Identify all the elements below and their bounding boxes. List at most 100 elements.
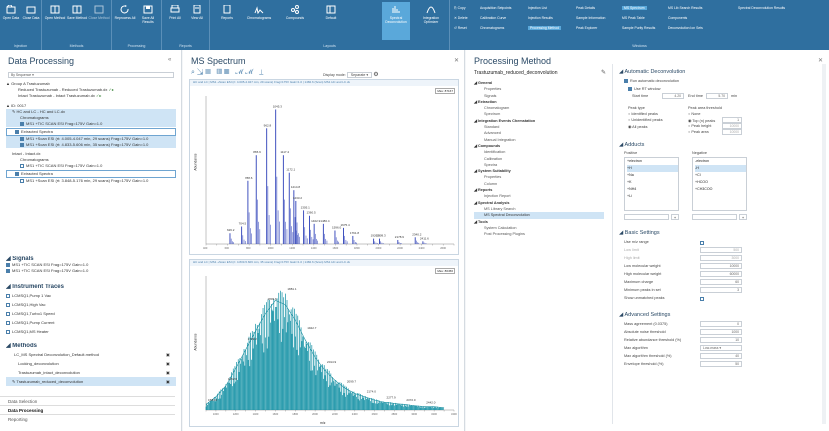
save-all-results-button[interactable]: Save All Results	[137, 5, 159, 24]
checkbox[interactable]	[6, 329, 10, 334]
peak-type-unidentified[interactable]: ○ Unidentified peaks	[628, 118, 663, 122]
method-item[interactable]: Trastuzumab_intact_deconvolution ▣	[6, 368, 176, 377]
display-mode-dropdown[interactable]: Separate ▾	[346, 72, 373, 78]
trace-item[interactable]: LCMSQ1,High Vac	[6, 300, 176, 309]
checkbox[interactable]	[6, 293, 10, 298]
negative-adducts-list[interactable]: -electron -H +Cl +HCOO +CH3COO	[692, 157, 747, 211]
trace-item[interactable]: LCMSQ1,MS Heater	[6, 327, 176, 336]
max-algorithm-threshold-input[interactable]: 40	[700, 353, 742, 359]
default-layout-button[interactable]: Default	[318, 5, 344, 20]
close-icon[interactable]: ✕	[818, 57, 823, 64]
tree-item[interactable]: Extracted Spectra	[6, 170, 176, 178]
window-sample-purity-results[interactable]: Sample Purity Results	[622, 26, 655, 30]
integration-optimizer-layout-button[interactable]: Integration Optimizer	[416, 5, 446, 24]
save-icon[interactable]: ▣	[166, 368, 170, 377]
list-item[interactable]: -electron	[695, 158, 746, 165]
checkbox[interactable]	[20, 178, 24, 183]
positive-add-input[interactable]	[624, 214, 669, 220]
checkbox[interactable]	[6, 311, 10, 316]
spectrum-plot-1[interactable]: 626.2 704.5 788.6 865.9 962.8 1045.3 1117.4 117…	[190, 86, 460, 256]
list-item[interactable]: +Cl	[695, 172, 746, 179]
tree-item[interactable]: MS1 +TIC SCAN ESI Frag=175V Gain=1.0	[6, 163, 176, 169]
list-item[interactable]: +electron	[627, 158, 678, 165]
use-mz-range-checkbox[interactable]	[700, 240, 706, 245]
window-chromatograms[interactable]: Chromatograms	[480, 26, 504, 30]
start-time-input[interactable]: 4.20	[662, 93, 684, 99]
collapse-icon[interactable]: «	[168, 57, 171, 63]
window-sample-information[interactable]: Sample Information	[576, 16, 605, 20]
spectral-deconvolution-layout-button[interactable]: Spectral Deconvolution	[382, 2, 410, 40]
mass-agreement-input[interactable]: 0	[700, 321, 742, 327]
trace-item[interactable]: LCMSQ1,Pump 1 Vac	[6, 291, 176, 300]
window-injection-list[interactable]: Injection List	[528, 6, 547, 10]
peak-type-identified[interactable]: ○ Identified peaks	[628, 112, 658, 116]
threshold-none[interactable]: ○ None	[688, 112, 700, 116]
tree-item[interactable]: MS1 +Scan ESI (rt: 3.848-5.176 min, 29 s…	[6, 178, 176, 184]
checkbox[interactable]	[6, 262, 10, 267]
save-icon[interactable]: ▣	[166, 377, 170, 386]
window-ms-spectrum[interactable]: MS Spectrum	[622, 6, 647, 10]
checkbox[interactable]	[20, 121, 24, 126]
checkbox[interactable]	[624, 79, 628, 83]
positive-adducts-list[interactable]: +electron +H +Na +K +NH4 +Li	[624, 157, 679, 211]
overlay-icon[interactable]: ▤	[205, 69, 212, 76]
window-acquisition-setpoints[interactable]: Acquisition Setpoints	[480, 6, 511, 10]
spectrum-chart-2[interactable]: HC and LC | MS1 +Scan ESI (rt: 4.833-5.6…	[189, 259, 459, 427]
add-positive-button[interactable]: +	[671, 214, 679, 220]
signal-item[interactable]: MS1 +TIC SCAN ESI Frag=175V Gain=1.0	[6, 268, 176, 274]
run-auto-checkbox[interactable]: Run automatic deconvolution	[624, 79, 679, 83]
window-processing-method[interactable]: Processing Method	[528, 26, 562, 30]
checkbox[interactable]	[20, 142, 24, 147]
area-input[interactable]: 10000	[722, 129, 742, 135]
scrollbar[interactable]	[822, 64, 826, 424]
checkbox[interactable]	[20, 163, 24, 168]
spectrum-chart-1[interactable]: HC and LC | MS1 +Scan ESI (rt: 4.005-4.0…	[189, 79, 459, 255]
use-rt-checkbox[interactable]: Use RT window	[628, 87, 660, 91]
list-item[interactable]: +K	[627, 179, 678, 186]
reset-button[interactable]: ↺ Reset	[454, 26, 467, 30]
add-negative-button[interactable]: +	[739, 214, 747, 220]
min-peaks-input[interactable]: 3	[700, 287, 742, 293]
edit-icon[interactable]: ✎	[601, 69, 606, 76]
envelope-threshold-input[interactable]: 50	[700, 361, 742, 367]
checkbox[interactable]	[700, 240, 704, 245]
show-unmatched-checkbox[interactable]	[700, 296, 706, 301]
save-method-button[interactable]: Save Method	[66, 5, 88, 20]
high-limit-input[interactable]: 3000	[700, 255, 742, 261]
save-icon[interactable]: ▣	[166, 350, 170, 359]
trace-item[interactable]: LCMSQ1,Turbo1 Speed	[6, 309, 176, 318]
end-time-input[interactable]: 5.70	[706, 93, 728, 99]
relative-abundance-input[interactable]: 10	[700, 337, 742, 343]
threshold-top-n[interactable]: ◉ Top (n) peaks	[688, 118, 715, 123]
tab-reporting[interactable]: Reporting	[0, 414, 175, 424]
reports-layout-button[interactable]: Reports	[214, 5, 240, 20]
section-title[interactable]: ◢ Basic Settings	[619, 230, 660, 236]
tree-item[interactable]: Intact Trastuzumab - Intact Trastuzumab.…	[6, 93, 176, 99]
tree-item[interactable]: Extracted Spectra	[6, 128, 176, 136]
checkbox[interactable]	[700, 296, 704, 301]
section-title[interactable]: ◢ Automatic Deconvolution	[619, 69, 685, 75]
method-item[interactable]: Locking_deconvolution ▣	[6, 359, 176, 368]
trace-item[interactable]: LCMSQ1,Pump Current	[6, 318, 176, 327]
window-deconvolution-ion-sets[interactable]: Deconvolution Ion Sets	[668, 26, 703, 30]
checkbox[interactable]	[6, 320, 10, 325]
section-title[interactable]: ◢ Methods	[6, 343, 176, 350]
save-icon[interactable]: ▣	[166, 359, 170, 368]
threshold-height[interactable]: ○ Peak height	[688, 124, 711, 128]
spectrum-icon[interactable]: ⊥	[259, 69, 266, 76]
window-calibration-curve[interactable]: Calibration Curve	[480, 16, 506, 20]
open-data-button[interactable]: Open Data	[0, 5, 22, 20]
list-item[interactable]: +HCOO	[695, 179, 746, 186]
window-components[interactable]: Components	[668, 16, 687, 20]
max-algorithm-dropdown[interactable]: Low-mass ▾	[700, 345, 742, 351]
close-icon[interactable]: ✕	[454, 57, 459, 64]
list-item[interactable]: -H	[695, 165, 746, 172]
checkbox[interactable]	[6, 302, 10, 307]
print-all-button[interactable]: Print All	[164, 5, 186, 20]
close-data-button[interactable]: Close Data	[20, 5, 42, 20]
delete-button[interactable]: ✕ Delete	[454, 16, 468, 20]
sequence-filter-dropdown[interactable]: By Sequence ▾	[8, 72, 174, 78]
view-all-button[interactable]: View All	[186, 5, 208, 20]
copy-button[interactable]: ⎘ Copy	[454, 6, 466, 10]
peak-type-all[interactable]: ◉ All peaks	[628, 124, 648, 129]
